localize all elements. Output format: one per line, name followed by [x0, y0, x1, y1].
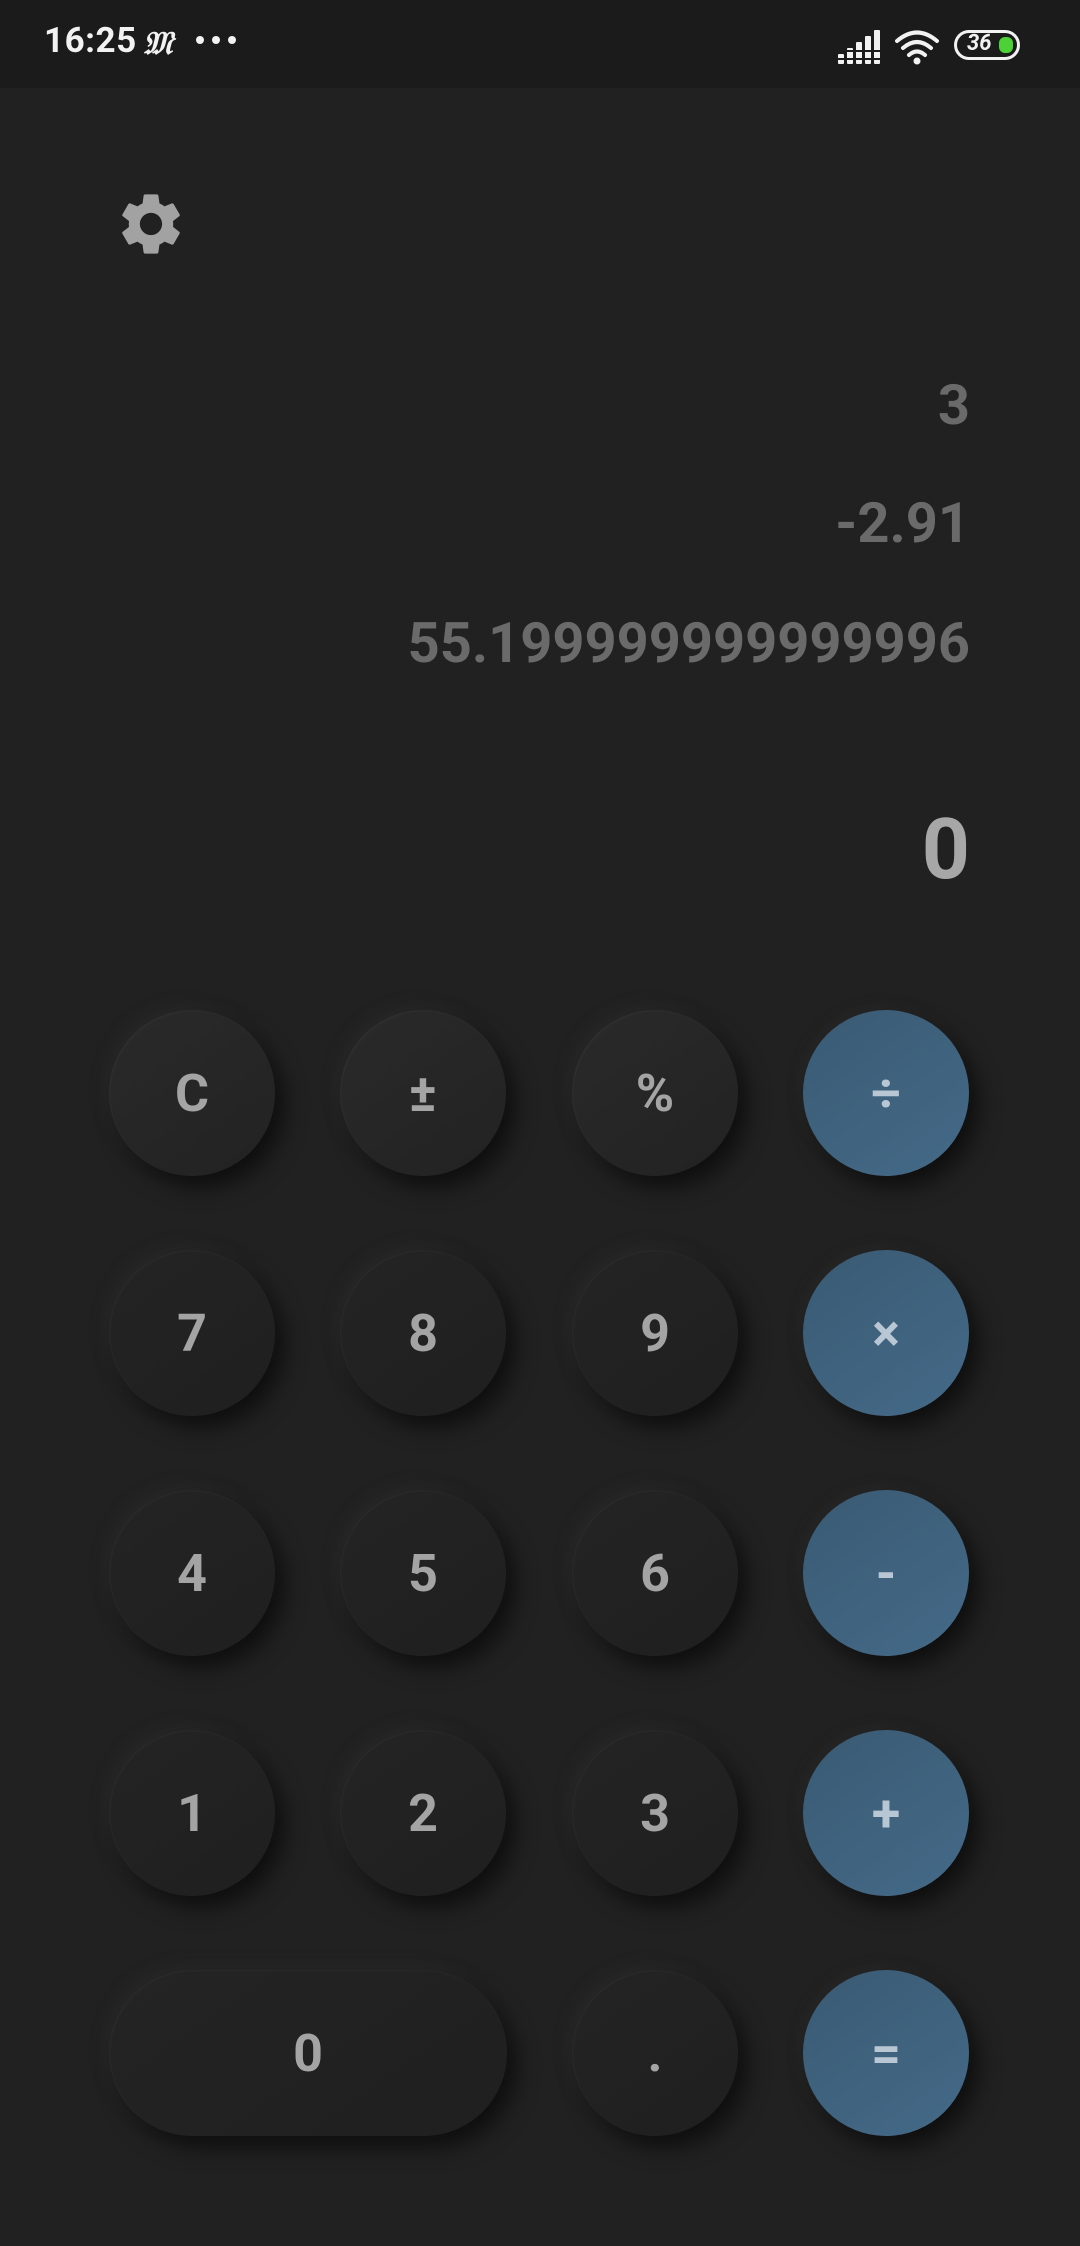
carrier-icon: 𝔐	[143, 24, 173, 62]
digit-2-button[interactable]: 2	[340, 1730, 506, 1896]
status-bar: 16:25 𝔐 36	[0, 0, 1080, 88]
key-label: ±	[409, 1062, 437, 1124]
key-label: 5	[408, 1542, 438, 1604]
digit-1-button[interactable]: 1	[109, 1730, 275, 1896]
wifi-icon	[895, 30, 939, 65]
current-value-display: 0	[921, 800, 970, 899]
key-label: =	[871, 2022, 901, 2084]
key-label: 0	[293, 2022, 323, 2084]
battery-icon: 36	[954, 30, 1020, 60]
digit-8-button[interactable]: 8	[340, 1250, 506, 1416]
key-label: 9	[640, 1302, 670, 1364]
key-label: 4	[177, 1542, 207, 1604]
key-label: 1	[177, 1782, 207, 1844]
clear-button[interactable]: C	[109, 1010, 275, 1176]
history-line: 3	[937, 372, 970, 438]
history-line: 55.199999999999996	[407, 610, 970, 676]
key-label: 6	[640, 1542, 670, 1604]
signal-icon	[838, 30, 882, 64]
key-label: ÷	[871, 1062, 901, 1124]
digit-0-button[interactable]: 0	[109, 1970, 507, 2136]
key-label: %	[635, 1062, 675, 1124]
history-line: -2.91	[835, 490, 970, 556]
battery-level: 36	[967, 31, 992, 56]
digit-7-button[interactable]: 7	[109, 1250, 275, 1416]
equals-button[interactable]: =	[803, 1970, 969, 2136]
digit-9-button[interactable]: 9	[572, 1250, 738, 1416]
gear-icon[interactable]	[114, 187, 188, 261]
plus-minus-button[interactable]: ±	[340, 1010, 506, 1176]
key-label: +	[871, 1782, 901, 1844]
digit-4-button[interactable]: 4	[109, 1490, 275, 1656]
key-label: 2	[408, 1782, 438, 1844]
key-label: 3	[640, 1782, 670, 1844]
multiply-button[interactable]: ×	[803, 1250, 969, 1416]
percent-button[interactable]: %	[572, 1010, 738, 1176]
key-label: ×	[872, 1302, 900, 1364]
digit-3-button[interactable]: 3	[572, 1730, 738, 1896]
key-label: .	[647, 2022, 663, 2084]
key-label: 7	[177, 1302, 207, 1364]
key-label: C	[174, 1062, 210, 1124]
divide-button[interactable]: ÷	[803, 1010, 969, 1176]
digit-6-button[interactable]: 6	[572, 1490, 738, 1656]
key-label: 8	[408, 1302, 438, 1364]
digit-5-button[interactable]: 5	[340, 1490, 506, 1656]
decimal-point-button[interactable]: .	[572, 1970, 738, 2136]
add-button[interactable]: +	[803, 1730, 969, 1896]
status-time: 16:25	[44, 20, 137, 61]
subtract-button[interactable]: -	[803, 1490, 969, 1656]
more-dots-icon	[196, 36, 236, 46]
key-label: -	[875, 1542, 897, 1604]
